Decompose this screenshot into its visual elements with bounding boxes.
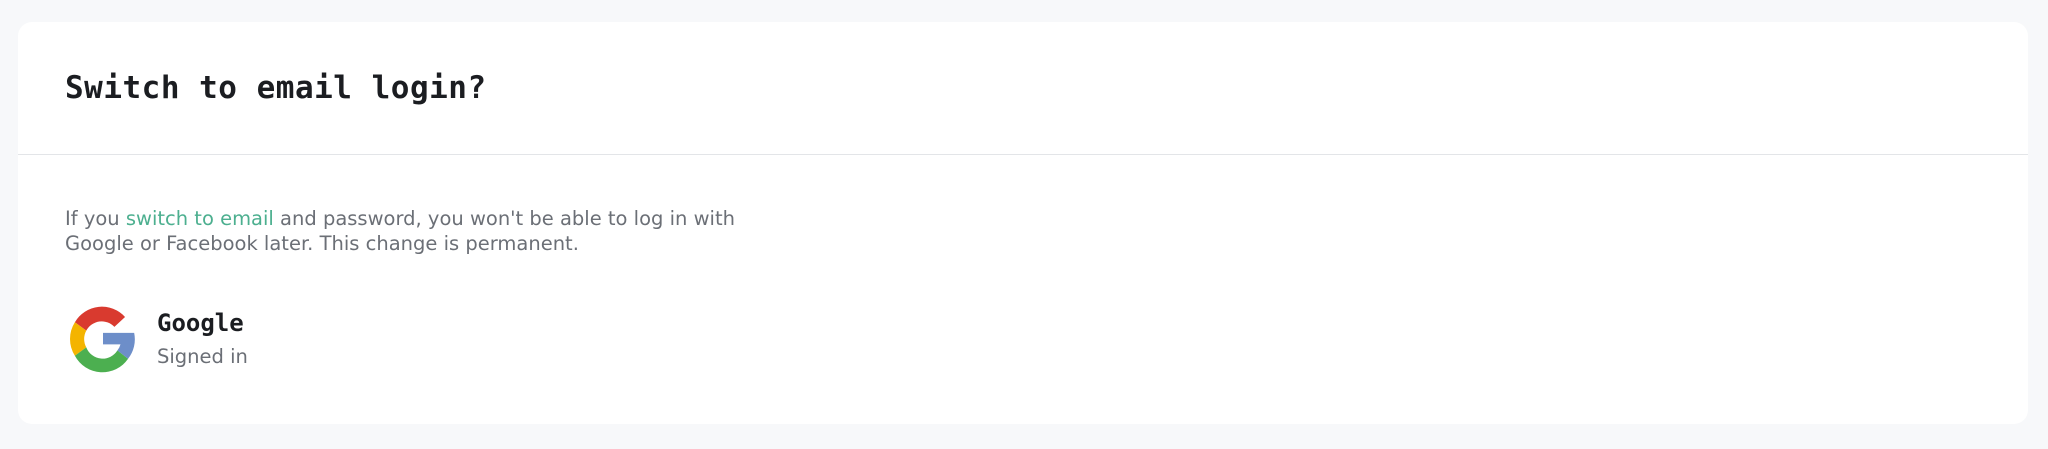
provider-text: Google Signed in bbox=[157, 307, 248, 371]
provider-name: Google bbox=[157, 309, 244, 337]
google-logo-icon bbox=[70, 306, 135, 373]
description-text: If you switch to email and password, you… bbox=[65, 206, 785, 256]
google-provider-row: Google Signed in bbox=[65, 301, 248, 377]
switch-to-email-link[interactable]: switch to email bbox=[126, 207, 274, 230]
page-title: Switch to email login? bbox=[65, 70, 487, 106]
switch-login-card: Switch to email login? If you switch to … bbox=[18, 22, 2028, 424]
card-header: Switch to email login? bbox=[18, 22, 2028, 155]
description-before-link: If you bbox=[65, 207, 126, 230]
provider-status: Signed in bbox=[157, 345, 248, 368]
card-body: If you switch to email and password, you… bbox=[18, 155, 2028, 423]
